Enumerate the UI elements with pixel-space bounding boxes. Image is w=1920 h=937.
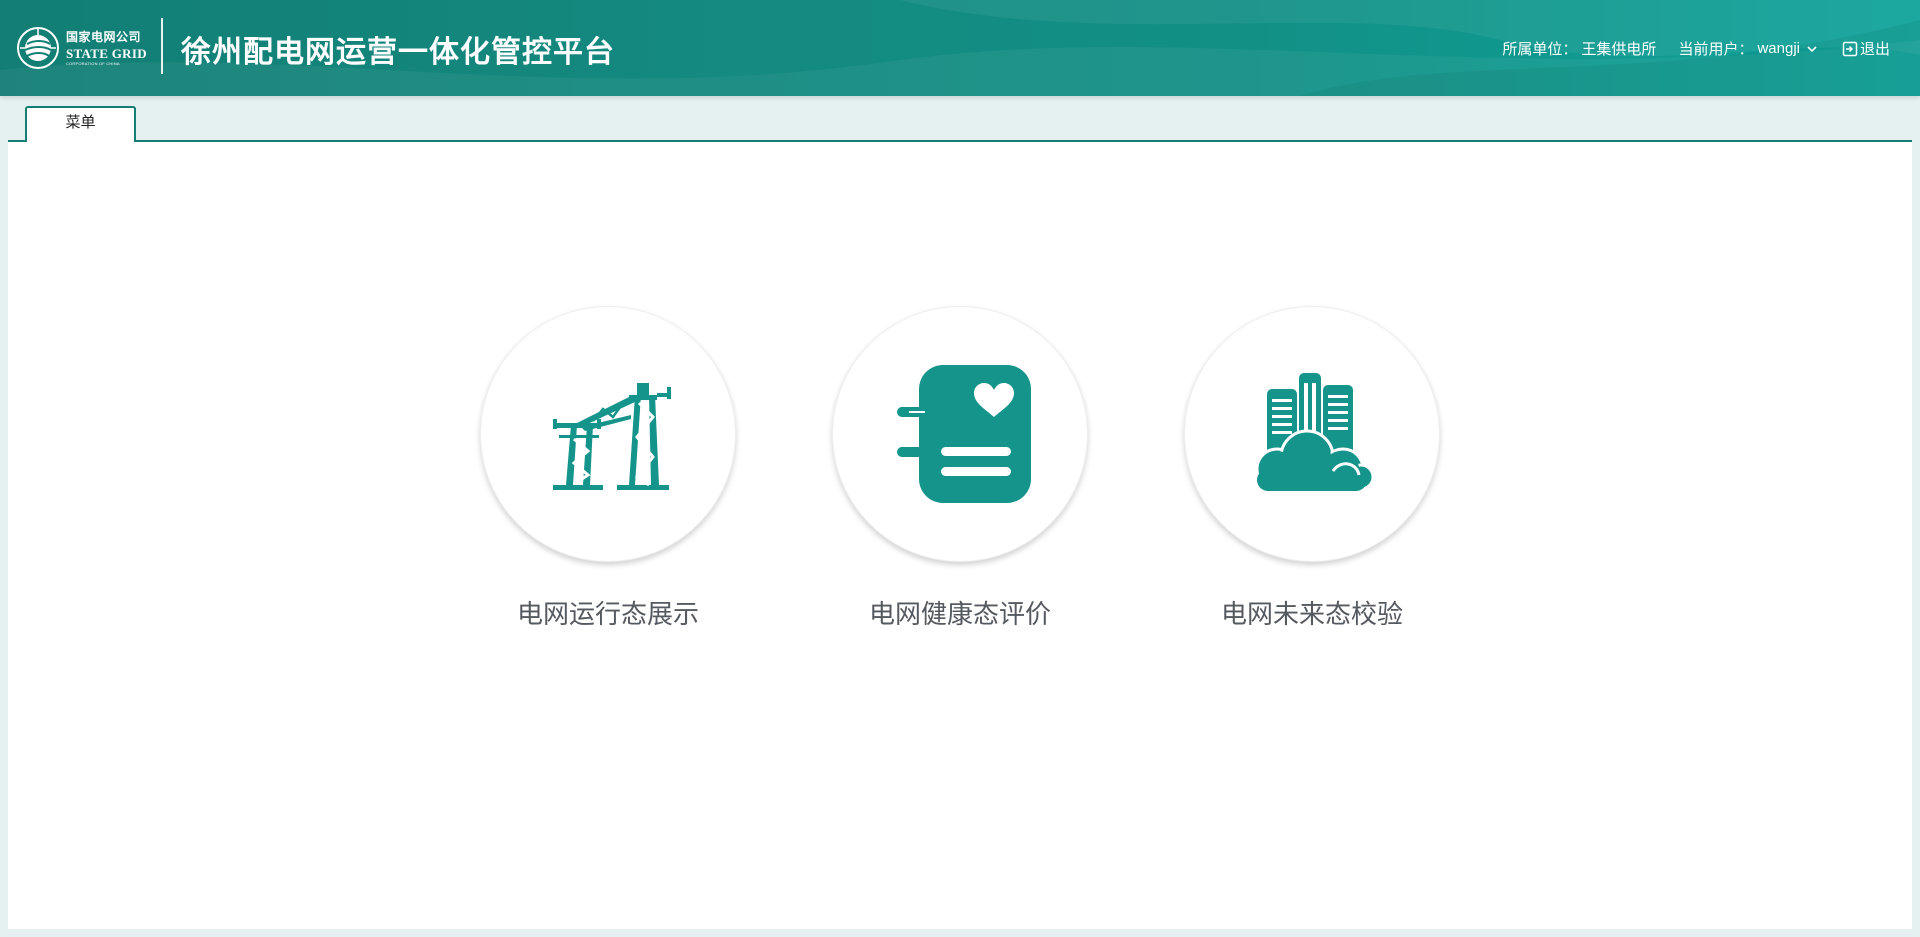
city-cloud-icon <box>1255 373 1375 491</box>
menu-card-grid-operation[interactable]: 电网运行态展示 <box>480 306 736 631</box>
header-user-area: 所属单位： 王集供电所 当前用户： wangji 退出 <box>1502 38 1890 59</box>
menu-icon-circle[interactable] <box>832 306 1088 562</box>
state-grid-logo: 国家电网公司 STATE GRID CORPORATION OF CHINA <box>16 24 148 72</box>
user-label: 当前用户： <box>1678 41 1754 58</box>
logo-company-en: STATE GRID <box>66 45 147 61</box>
menu-icon-circle[interactable] <box>480 306 736 562</box>
health-notebook-icon <box>897 365 1031 503</box>
logout-button[interactable]: 退出 <box>1842 38 1890 59</box>
logo-company-cn: 国家电网公司 <box>66 29 142 44</box>
tab-menu[interactable]: 菜单 <box>25 106 136 142</box>
logo-company-sub: CORPORATION OF CHINA <box>66 60 120 66</box>
user-dropdown[interactable]: wangji <box>1757 40 1800 57</box>
tab-bar: 菜单 <box>8 96 1912 142</box>
chevron-down-icon[interactable] <box>1806 43 1818 55</box>
app-title: 徐州配电网运营一体化管控平台 <box>181 36 615 69</box>
state-grid-globe-icon <box>17 27 59 69</box>
menu-card-grid-health[interactable]: 电网健康态评价 <box>832 306 1088 631</box>
logout-icon <box>1842 41 1858 56</box>
unit-value: 王集供电所 <box>1581 41 1657 58</box>
menu-icon-circle[interactable] <box>1184 306 1440 562</box>
menu-card-grid-future[interactable]: 电网未来态校验 <box>1184 306 1440 631</box>
menu-label[interactable]: 电网运行态展示 <box>480 594 736 631</box>
header-divider <box>161 18 163 74</box>
transmission-tower-icon <box>553 383 671 490</box>
menu-label[interactable]: 电网未来态校验 <box>1184 594 1440 631</box>
menu-label[interactable]: 电网健康态评价 <box>832 594 1088 631</box>
main-content: 电网运行态展示 电网健康态评价 电网未来态校验 <box>8 142 1912 929</box>
logout-label: 退出 <box>1859 41 1890 58</box>
unit-label: 所属单位： <box>1502 41 1578 58</box>
logo-text: 国家电网公司 STATE GRID CORPORATION OF CHINA <box>66 31 147 66</box>
app-header: 国家电网公司 STATE GRID CORPORATION OF CHINA 徐… <box>0 0 1920 96</box>
